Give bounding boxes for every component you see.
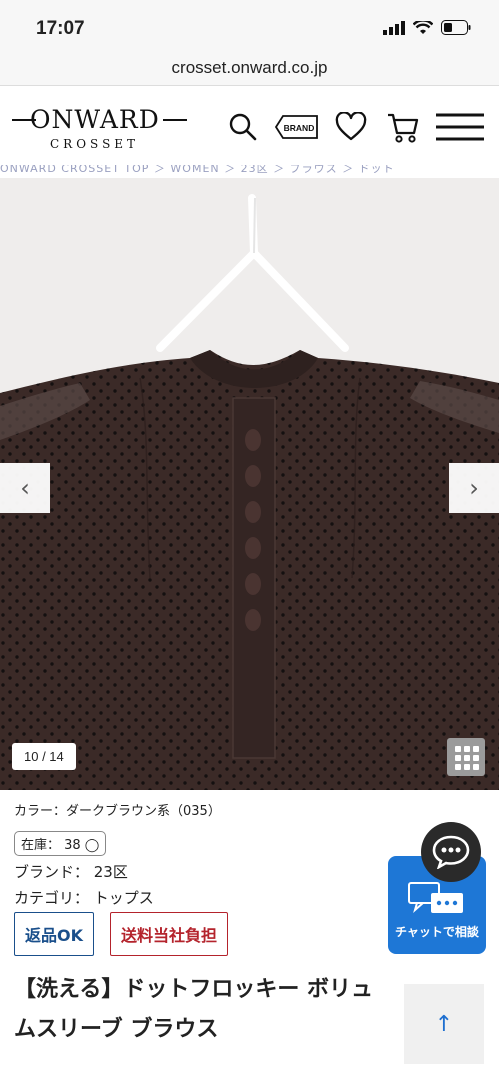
product-photo xyxy=(0,178,499,790)
status-icons xyxy=(383,20,471,35)
battery-icon xyxy=(441,20,471,35)
status-time: 17:07 xyxy=(36,18,85,39)
product-color: カラー：ダークブラウン系（035） xyxy=(14,804,221,819)
breadcrumb[interactable]: ONWARD CROSSET TOP ＞ WOMEN ＞ 23区 ＞ ブラウス … xyxy=(0,165,499,179)
grid-view-icon[interactable] xyxy=(447,738,485,776)
heart-icon[interactable] xyxy=(331,107,371,147)
signal-icon xyxy=(383,20,405,35)
chat-bubbles-icon xyxy=(408,882,463,913)
header-icons: BRAND xyxy=(223,107,485,147)
scroll-to-top-button[interactable]: ↑ xyxy=(404,984,484,1064)
status-bar: 17:07 xyxy=(0,0,499,56)
brand-icon[interactable]: BRAND xyxy=(275,107,319,147)
free-shipping-tag: 送料当社負担 xyxy=(110,912,229,956)
logo-sub-text: CROSSET xyxy=(50,137,140,151)
brand-badge-text: BRAND xyxy=(284,123,315,133)
product-info: カラー：ダークブラウン系（035） 在庫： 38 ◯ ブランド： 23区 カテゴ… xyxy=(14,800,394,908)
image-counter: 10 / 14 xyxy=(12,743,76,770)
logo-line-right xyxy=(163,119,187,121)
returnable-tag: 返品OK xyxy=(14,912,95,956)
service-tags: 返品OK 送料当社負担 xyxy=(14,912,229,956)
product-category[interactable]: カテゴリ： トップス xyxy=(14,887,394,908)
chat-icon xyxy=(432,835,470,869)
gallery-prev-button[interactable]: ‹ xyxy=(0,463,50,513)
product-gallery[interactable]: ‹ › 10 / 14 xyxy=(0,178,499,790)
cart-icon[interactable] xyxy=(383,107,423,147)
wifi-icon xyxy=(413,20,433,34)
chat-bubble-button[interactable] xyxy=(421,822,481,882)
logo-main-text: ONWARD xyxy=(30,105,160,134)
product-brand[interactable]: ブランド： 23区 xyxy=(14,861,394,882)
stock-badge: 在庫： 38 ◯ xyxy=(14,831,107,856)
url-bar[interactable]: crosset.onward.co.jp xyxy=(0,56,499,86)
onward-logo[interactable]: ONWARD CROSSET xyxy=(12,105,187,155)
search-icon[interactable] xyxy=(223,107,263,147)
gallery-next-button[interactable]: › xyxy=(449,463,499,513)
site-header: ONWARD CROSSET BRAND xyxy=(0,87,499,167)
menu-icon[interactable] xyxy=(435,107,485,147)
chat-label: チャットで相談 xyxy=(395,925,479,939)
